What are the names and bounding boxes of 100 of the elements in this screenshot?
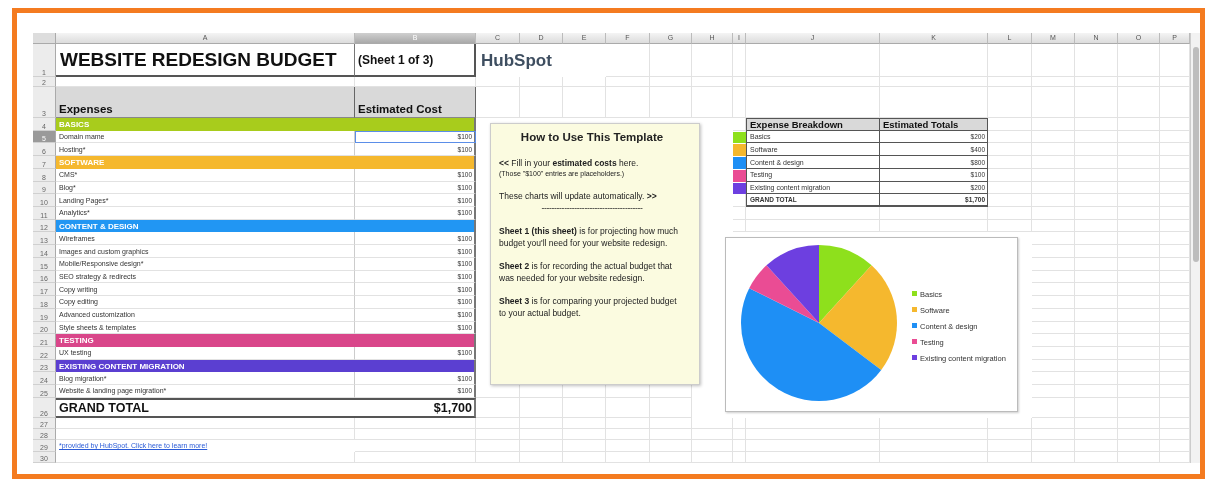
empty-cell[interactable]	[1032, 44, 1075, 77]
empty-cell[interactable]	[1118, 308, 1160, 322]
empty-cell[interactable]	[606, 77, 650, 87]
empty-cell[interactable]	[1032, 397, 1075, 418]
empty-cell[interactable]	[1075, 245, 1118, 258]
empty-cell[interactable]	[746, 417, 880, 430]
empty-cell[interactable]	[1118, 417, 1160, 430]
empty-cell[interactable]	[1032, 87, 1075, 118]
empty-cell[interactable]	[1075, 44, 1118, 77]
empty-cell[interactable]	[880, 429, 988, 441]
empty-cell[interactable]	[880, 440, 988, 452]
empty-cell[interactable]	[520, 417, 563, 430]
empty-cell[interactable]	[1118, 385, 1160, 398]
empty-cell[interactable]	[988, 44, 1032, 77]
empty-cell[interactable]	[1075, 87, 1118, 118]
empty-cell[interactable]	[692, 87, 733, 118]
empty-cell[interactable]	[1075, 77, 1118, 87]
empty-cell[interactable]	[746, 77, 880, 87]
empty-cell[interactable]	[1118, 194, 1160, 208]
empty-cell[interactable]	[1118, 130, 1160, 144]
empty-cell[interactable]	[733, 77, 746, 87]
empty-cell[interactable]	[733, 207, 746, 220]
empty-cell[interactable]	[733, 440, 746, 452]
empty-cell[interactable]	[1118, 346, 1160, 360]
empty-cell[interactable]	[1118, 168, 1160, 182]
empty-cell[interactable]	[733, 87, 746, 118]
empty-cell[interactable]	[650, 429, 692, 441]
empty-cell[interactable]	[746, 451, 880, 463]
empty-cell[interactable]	[1032, 245, 1075, 258]
empty-cell[interactable]	[1075, 118, 1118, 131]
empty-cell[interactable]	[606, 44, 650, 77]
empty-cell[interactable]	[563, 440, 606, 452]
empty-cell[interactable]	[1075, 219, 1118, 233]
empty-cell[interactable]	[650, 397, 692, 418]
empty-cell[interactable]	[563, 451, 606, 463]
empty-cell[interactable]	[1118, 207, 1160, 220]
empty-cell[interactable]	[520, 451, 563, 463]
empty-cell[interactable]	[692, 77, 733, 87]
empty-cell[interactable]	[1032, 143, 1075, 157]
empty-cell[interactable]	[1118, 143, 1160, 157]
empty-cell[interactable]	[880, 417, 988, 430]
empty-cell[interactable]	[563, 417, 606, 430]
empty-cell[interactable]	[1075, 143, 1118, 157]
empty-cell[interactable]	[692, 44, 733, 77]
empty-cell[interactable]	[1075, 334, 1118, 347]
empty-cell[interactable]	[1118, 219, 1160, 233]
empty-cell[interactable]	[520, 440, 563, 452]
empty-cell[interactable]	[650, 440, 692, 452]
empty-cell[interactable]	[1118, 270, 1160, 284]
empty-cell[interactable]	[1032, 207, 1075, 220]
empty-cell[interactable]	[1118, 283, 1160, 297]
empty-cell[interactable]	[1032, 181, 1075, 195]
empty-cell[interactable]	[1075, 283, 1118, 297]
empty-cell[interactable]	[606, 417, 650, 430]
empty-cell[interactable]	[1075, 296, 1118, 309]
empty-cell[interactable]	[1075, 321, 1118, 335]
empty-cell[interactable]	[1075, 194, 1118, 208]
empty-cell[interactable]	[476, 440, 520, 452]
empty-cell[interactable]	[988, 87, 1032, 118]
empty-cell[interactable]	[1032, 257, 1075, 271]
empty-cell[interactable]	[1032, 194, 1075, 208]
empty-cell[interactable]	[606, 429, 650, 441]
empty-cell[interactable]	[988, 440, 1032, 452]
empty-cell[interactable]	[1032, 346, 1075, 360]
empty-cell[interactable]	[1118, 397, 1160, 418]
empty-cell[interactable]	[988, 219, 1032, 233]
empty-cell[interactable]	[733, 219, 746, 233]
empty-cell[interactable]	[1118, 359, 1160, 373]
empty-cell[interactable]	[1118, 245, 1160, 258]
empty-cell[interactable]	[1032, 385, 1075, 398]
empty-cell[interactable]	[1075, 181, 1118, 195]
empty-cell[interactable]	[988, 451, 1032, 463]
empty-cell[interactable]	[563, 397, 606, 418]
empty-cell[interactable]	[1032, 417, 1075, 430]
empty-cell[interactable]	[355, 429, 476, 441]
empty-cell[interactable]	[563, 429, 606, 441]
empty-cell[interactable]	[1118, 77, 1160, 87]
empty-cell[interactable]	[733, 451, 746, 463]
empty-cell[interactable]	[1075, 385, 1118, 398]
empty-cell[interactable]	[1075, 397, 1118, 418]
empty-cell[interactable]	[1075, 440, 1118, 452]
empty-cell[interactable]	[1032, 219, 1075, 233]
empty-cell[interactable]	[692, 451, 733, 463]
empty-cell[interactable]	[1032, 334, 1075, 347]
empty-cell[interactable]	[1032, 296, 1075, 309]
empty-cell[interactable]	[692, 440, 733, 452]
empty-cell[interactable]	[692, 429, 733, 441]
empty-cell[interactable]	[1118, 321, 1160, 335]
empty-cell[interactable]	[606, 397, 650, 418]
empty-cell[interactable]	[476, 429, 520, 441]
empty-cell[interactable]	[1075, 429, 1118, 441]
empty-cell[interactable]	[1032, 156, 1075, 169]
empty-cell[interactable]	[1118, 296, 1160, 309]
empty-cell[interactable]	[1075, 257, 1118, 271]
empty-cell[interactable]	[733, 429, 746, 441]
empty-cell[interactable]	[880, 77, 988, 87]
empty-cell[interactable]	[988, 429, 1032, 441]
empty-cell[interactable]	[1118, 181, 1160, 195]
empty-cell[interactable]	[1118, 257, 1160, 271]
empty-cell[interactable]	[1032, 232, 1075, 246]
